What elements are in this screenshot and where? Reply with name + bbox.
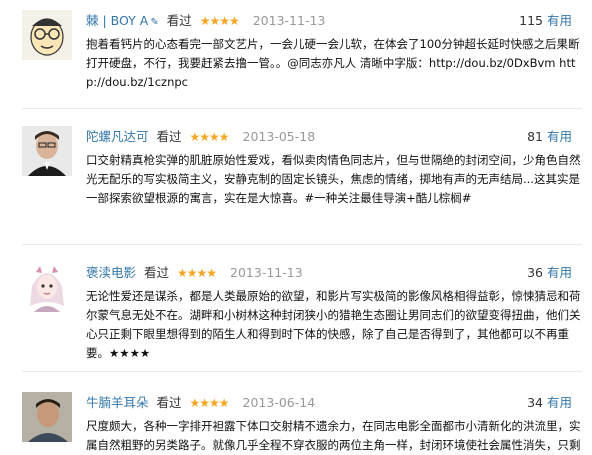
seen-label: 看过 <box>166 13 192 28</box>
useful-button[interactable]: 有用 <box>547 265 572 280</box>
username-link[interactable]: 棘 | BOY A <box>86 13 148 28</box>
seen-label: 看过 <box>156 129 182 144</box>
review-header: 褒渎电影 看过 ★★★★ 2013-11-13 36 有用 <box>86 263 582 283</box>
rating-stars: ★★★★ <box>177 266 217 280</box>
illustrated-girl-avatar-icon <box>22 262 72 312</box>
useful-count: 115 <box>519 13 543 28</box>
useful-vote: 115 有用 <box>519 11 572 31</box>
useful-vote: 34 有用 <box>527 393 572 413</box>
useful-count: 34 <box>527 395 543 410</box>
seen-label: 看过 <box>144 265 170 280</box>
review-text: 尺度颇大，各种一字排开袒露下体口交射精不遗余力，在同志电影全面都市小清新化的洪流… <box>86 419 581 452</box>
review-date: 2013-11-13 <box>230 265 303 280</box>
useful-count: 81 <box>527 129 543 144</box>
review-text: 无论性爱还是谋杀，都是人类最原始的欲望，和影片写实极简的影像风格相得益彰，惊悚猜… <box>86 289 581 360</box>
rating-stars: ★★★★ <box>189 130 230 144</box>
review-header: 牛腩羊耳朵 看过 ★★★★ 2013-06-14 34 有用 <box>86 393 582 413</box>
verified-icon: ✎ <box>150 17 159 28</box>
divider <box>22 108 582 109</box>
review-date: 2013-06-14 <box>242 395 316 410</box>
username-link[interactable]: 牛腩羊耳朵 <box>86 395 149 410</box>
divider <box>22 244 582 245</box>
rating-stars: ★★★★ <box>189 396 230 410</box>
review-text: 口交射精真枪实弹的肌脏原始性爱戏，看似卖肉情色同志片，但与世隔绝的封闭空间，少角… <box>86 153 581 205</box>
username-link[interactable]: 褒渎电影 <box>86 265 136 280</box>
useful-vote: 81 有用 <box>527 127 572 147</box>
useful-vote: 36 有用 <box>527 263 572 283</box>
seen-label: 看过 <box>156 395 182 410</box>
useful-button[interactable]: 有用 <box>547 129 572 144</box>
man-photo-avatar-icon <box>22 392 72 442</box>
useful-button[interactable]: 有用 <box>547 395 572 410</box>
man-portrait-avatar-icon <box>22 126 72 176</box>
avatar[interactable] <box>22 392 72 442</box>
divider <box>22 371 582 372</box>
review-date: 2013-11-13 <box>252 13 326 28</box>
username-link[interactable]: 陀螺凡达可 <box>86 129 149 144</box>
review-header: 棘 | BOY A ✎ 看过 ★★★★ 2013-11-13 115 有用 <box>86 11 582 31</box>
useful-button[interactable]: 有用 <box>547 13 572 28</box>
avatar[interactable] <box>22 126 72 176</box>
useful-count: 36 <box>527 265 543 280</box>
cartoon-face-avatar-icon <box>22 10 72 60</box>
review-header: 陀螺凡达可 看过 ★★★★ 2013-05-18 81 有用 <box>86 127 582 147</box>
rating-stars: ★★★★ <box>199 14 240 28</box>
avatar[interactable] <box>22 262 72 312</box>
avatar[interactable] <box>22 10 72 60</box>
review-date: 2013-05-18 <box>242 129 316 144</box>
review-text: 抱着看钙片的心态看完一部文艺片，一会儿硬一会儿软，在体会了100分钟超长延时快感… <box>86 37 580 89</box>
